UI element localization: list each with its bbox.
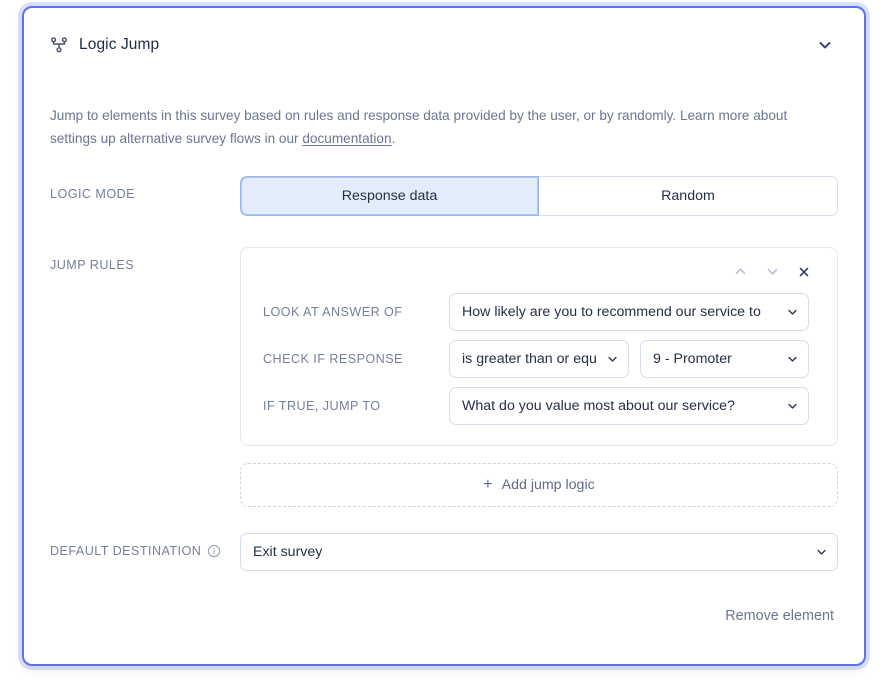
page-title: Logic Jump <box>79 36 160 53</box>
operator-select[interactable]: is greater than or equ <box>449 339 629 378</box>
chevron-down-icon <box>786 305 799 318</box>
card-body: Jump to elements in this survey based on… <box>24 82 864 571</box>
chevron-down-icon <box>786 399 799 412</box>
screen: Logic Jump Jump to elements in this surv… <box>0 0 888 682</box>
jump-rule-toolbar <box>263 260 815 284</box>
comparison-value-select-value: 9 - Promoter <box>653 350 732 367</box>
rule-field-if-true-jump-to-label: IF TRUE, JUMP TO <box>263 398 381 413</box>
info-icon[interactable] <box>207 544 221 558</box>
tab-random[interactable]: Random <box>539 175 838 216</box>
card-header: Logic Jump <box>24 8 864 82</box>
documentation-link[interactable]: documentation <box>302 131 391 146</box>
chevron-down-icon[interactable] <box>761 261 783 283</box>
description-part-2: . <box>391 131 396 147</box>
logic-mode-label: LOGIC MODE <box>50 186 135 201</box>
close-icon[interactable] <box>793 261 815 283</box>
card-footer: Remove element <box>24 604 864 628</box>
chevron-down-icon <box>786 352 799 365</box>
default-destination-row: DEFAULT DESTINATION Exit survey <box>50 532 838 571</box>
description-text: Jump to elements in this survey based on… <box>50 104 812 151</box>
logic-jump-card: Logic Jump Jump to elements in this surv… <box>22 6 866 666</box>
remove-element-button[interactable]: Remove element <box>723 604 836 628</box>
rule-field-look-at-answer-label: LOOK AT ANSWER OF <box>263 304 403 319</box>
jump-rules-list: LOOK AT ANSWER OF How likely are you to … <box>240 246 838 507</box>
tab-response-data-label: Response data <box>341 187 438 204</box>
chevron-up-icon[interactable] <box>729 261 751 283</box>
jump-target-select[interactable]: What do you value most about our service… <box>449 386 809 425</box>
tab-response-data[interactable]: Response data <box>240 175 539 216</box>
rule-field-look-at-answer-controls: How likely are you to recommend our serv… <box>449 292 809 331</box>
logic-jump-icon <box>50 36 68 54</box>
jump-rule-item: LOOK AT ANSWER OF How likely are you to … <box>240 246 838 446</box>
add-jump-logic-button[interactable]: + Add jump logic <box>240 462 838 507</box>
logic-mode-row: LOGIC MODE Response data Random <box>50 175 838 216</box>
comparison-value-select[interactable]: 9 - Promoter <box>640 339 809 378</box>
rule-field-if-true-jump-to-controls: What do you value most about our service… <box>449 386 809 425</box>
default-destination-label: DEFAULT DESTINATION <box>50 533 240 558</box>
jump-rules-label: JUMP RULES <box>50 257 135 272</box>
rule-field-look-at-answer: LOOK AT ANSWER OF How likely are you to … <box>263 292 815 331</box>
chevron-down-icon <box>606 352 619 365</box>
card-header-left: Logic Jump <box>50 36 159 54</box>
operator-select-value: is greater than or equ <box>462 350 597 367</box>
default-destination-select-value: Exit survey <box>253 543 323 560</box>
rule-field-check-if-response-label: CHECK IF RESPONSE <box>263 351 403 366</box>
rule-field-if-true-jump-to: IF TRUE, JUMP TO What do you value most … <box>263 386 815 425</box>
add-jump-logic-label: Add jump logic <box>501 476 595 493</box>
plus-icon: + <box>483 475 493 493</box>
question-select[interactable]: How likely are you to recommend our serv… <box>449 292 809 331</box>
chevron-down-icon <box>815 545 828 558</box>
question-select-value: How likely are you to recommend our serv… <box>462 303 761 320</box>
jump-rules-row: JUMP RULES LOOK AT ANSWER OF How likely … <box>50 246 838 507</box>
rule-field-check-if-response: CHECK IF RESPONSE is greater than or equ <box>263 339 815 378</box>
description-part-1: Jump to elements in this survey based on… <box>50 108 788 147</box>
chevron-down-icon[interactable] <box>812 32 838 58</box>
tab-random-label: Random <box>661 187 715 204</box>
rule-field-check-if-response-controls: is greater than or equ 9 - Promoter <box>449 339 809 378</box>
default-destination-label-text: DEFAULT DESTINATION <box>50 543 202 558</box>
jump-target-select-value: What do you value most about our service… <box>462 397 735 414</box>
logic-mode-segmented-control: Response data Random <box>240 175 838 216</box>
default-destination-select[interactable]: Exit survey <box>240 532 838 571</box>
